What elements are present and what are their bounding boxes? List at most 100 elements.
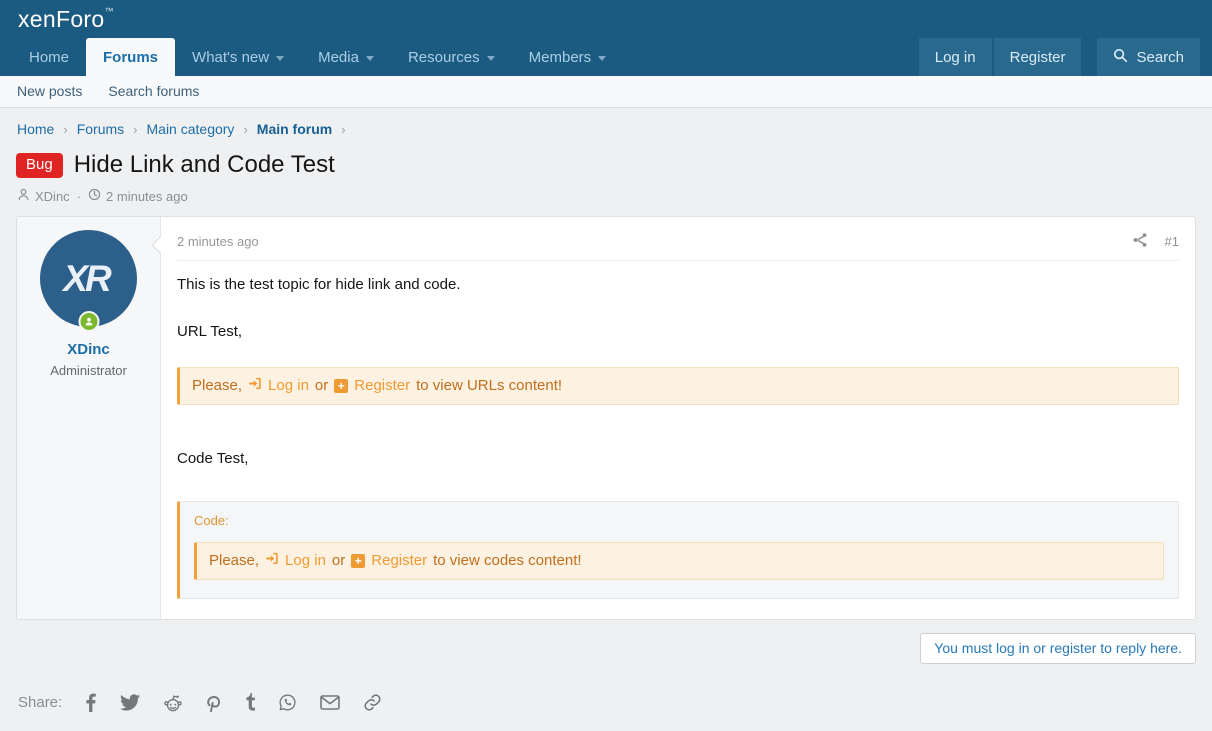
- hidden-url-notice: Please, Log in or + Register to view URL…: [177, 366, 1179, 405]
- tumblr-icon[interactable]: [243, 693, 256, 712]
- logo-row: xenForo™: [0, 0, 1212, 38]
- breadcrumb-separator: ›: [63, 121, 68, 137]
- nav-tab-members[interactable]: Members: [512, 38, 624, 76]
- notice-login-link[interactable]: Log in: [268, 376, 309, 396]
- post-author-name: XDinc: [17, 341, 160, 358]
- nav-tab-label: Members: [528, 48, 592, 66]
- breadcrumb-separator: ›: [341, 121, 346, 137]
- share-label: Share:: [18, 694, 63, 712]
- thread-title-row: Bug Hide Link and Code Test: [16, 145, 1196, 179]
- search-icon: [1113, 48, 1128, 67]
- breadcrumb-forums[interactable]: Forums: [77, 121, 124, 137]
- notice-or: or: [331, 551, 346, 569]
- whatsapp-icon[interactable]: [278, 693, 297, 712]
- post: XR XDinc Administrator 2 minutes ago #1 …: [16, 216, 1196, 620]
- chevron-down-icon: [486, 55, 495, 61]
- register-button-label: Register: [1009, 48, 1066, 66]
- nav-tab-home[interactable]: Home: [12, 38, 86, 76]
- notice-register-link[interactable]: Register: [371, 551, 427, 571]
- nav-tab-forums[interactable]: Forums: [86, 38, 176, 76]
- sub-nav: New posts Search forums: [0, 76, 1212, 108]
- post-author-cell: XR XDinc Administrator: [17, 217, 161, 619]
- post-message-cell: 2 minutes ago #1 This is the test topic …: [151, 217, 1195, 619]
- online-status-badge: [78, 311, 99, 332]
- share-row: Share:: [16, 693, 1196, 713]
- breadcrumb-separator: ›: [243, 121, 248, 137]
- code-block-label: Code:: [194, 513, 229, 528]
- nav-tab-whats-new[interactable]: What's new: [175, 38, 301, 76]
- avatar-logo: XR: [63, 257, 111, 299]
- thread-prefix-badge[interactable]: Bug: [16, 152, 63, 178]
- post-paragraph: URL Test,: [177, 323, 243, 341]
- post-author-role: Administrator: [50, 363, 127, 378]
- avatar[interactable]: XR: [40, 230, 137, 332]
- plus-square-icon: +: [351, 553, 366, 568]
- post-header-actions: #1: [1132, 232, 1179, 251]
- chevron-down-icon: [276, 55, 285, 61]
- notice-prefix: Please,: [192, 376, 243, 394]
- site-logo[interactable]: xenForo™: [18, 6, 114, 33]
- nav-tab-label: Home: [29, 48, 70, 66]
- main-nav: Home Forums What's new Media Resources M…: [0, 38, 1212, 76]
- hidden-code-notice: Please, Log in or + Register to view cod…: [194, 541, 1164, 580]
- site-header: xenForo™ Home Forums What's new Media Re…: [0, 0, 1212, 76]
- meta-separator: ·: [76, 188, 82, 204]
- post-author-link[interactable]: XDinc: [67, 341, 110, 358]
- header-actions: Log in Register Search: [918, 38, 1200, 76]
- page-title: Hide Link and Code Test: [73, 151, 335, 178]
- notice-prefix: Please,: [209, 551, 260, 569]
- thread-meta: XDinc · 2 minutes ago: [16, 179, 1196, 216]
- post-number-link[interactable]: #1: [1165, 234, 1179, 249]
- plus-square-icon: +: [334, 378, 349, 393]
- clock-icon: [88, 188, 101, 204]
- nav-tab-label: Forums: [103, 48, 159, 66]
- search-button[interactable]: Search: [1097, 38, 1200, 76]
- code-block: Code: Please, Log in or + Register to vi…: [177, 501, 1179, 599]
- share-nodes-icon[interactable]: [1132, 232, 1148, 251]
- post-header: 2 minutes ago #1: [177, 225, 1179, 261]
- nav-tab-label: Resources: [407, 48, 480, 66]
- twitter-icon[interactable]: [120, 694, 141, 711]
- logo-text: xenForo: [18, 5, 105, 32]
- email-icon[interactable]: [320, 695, 341, 711]
- nav-tab-label: What's new: [192, 48, 270, 66]
- login-button-label: Log in: [934, 48, 976, 66]
- notice-login-link[interactable]: Log in: [285, 551, 326, 571]
- user-icon: [17, 188, 30, 204]
- notice-suffix: to view URLs content!: [416, 376, 563, 394]
- thread-time-link[interactable]: 2 minutes ago: [106, 189, 188, 204]
- link-icon[interactable]: [363, 693, 382, 712]
- login-to-reply-button[interactable]: You must log in or register to reply her…: [920, 632, 1196, 664]
- chevron-down-icon: [365, 55, 374, 61]
- breadcrumb: Home › Forums › Main category › Main for…: [16, 108, 1196, 145]
- post-body: This is the test topic for hide link and…: [177, 261, 1179, 599]
- nav-tab-resources[interactable]: Resources: [391, 38, 512, 76]
- thread-author-link[interactable]: XDinc: [35, 189, 70, 204]
- breadcrumb-home[interactable]: Home: [17, 121, 54, 137]
- facebook-icon[interactable]: [85, 693, 97, 713]
- sign-in-icon: [265, 551, 279, 571]
- breadcrumb-main-category[interactable]: Main category: [147, 121, 235, 137]
- login-button[interactable]: Log in: [918, 38, 992, 76]
- page-content: Home › Forums › Main category › Main for…: [0, 108, 1212, 713]
- nav-tab-media[interactable]: Media: [301, 38, 391, 76]
- notice-register-link[interactable]: Register: [354, 376, 410, 396]
- post-timestamp[interactable]: 2 minutes ago: [177, 234, 259, 249]
- reply-bar: You must log in or register to reply her…: [16, 632, 1196, 664]
- subnav-new-posts[interactable]: New posts: [17, 83, 82, 99]
- notice-or: or: [314, 376, 329, 394]
- breadcrumb-main-forum[interactable]: Main forum: [257, 121, 332, 137]
- pinterest-icon[interactable]: [206, 694, 221, 712]
- post-paragraph: Code Test,: [177, 449, 249, 467]
- logo-trademark: ™: [104, 5, 114, 16]
- notice-suffix: to view codes content!: [433, 551, 582, 569]
- breadcrumb-separator: ›: [133, 121, 138, 137]
- sign-in-icon: [248, 376, 262, 396]
- subnav-search-forums[interactable]: Search forums: [108, 83, 199, 99]
- chevron-down-icon: [598, 55, 607, 61]
- search-button-label: Search: [1136, 48, 1184, 66]
- nav-tab-label: Media: [318, 48, 359, 66]
- register-button[interactable]: Register: [993, 38, 1082, 76]
- reddit-icon[interactable]: [163, 693, 183, 713]
- post-paragraph: This is the test topic for hide link and…: [177, 276, 461, 293]
